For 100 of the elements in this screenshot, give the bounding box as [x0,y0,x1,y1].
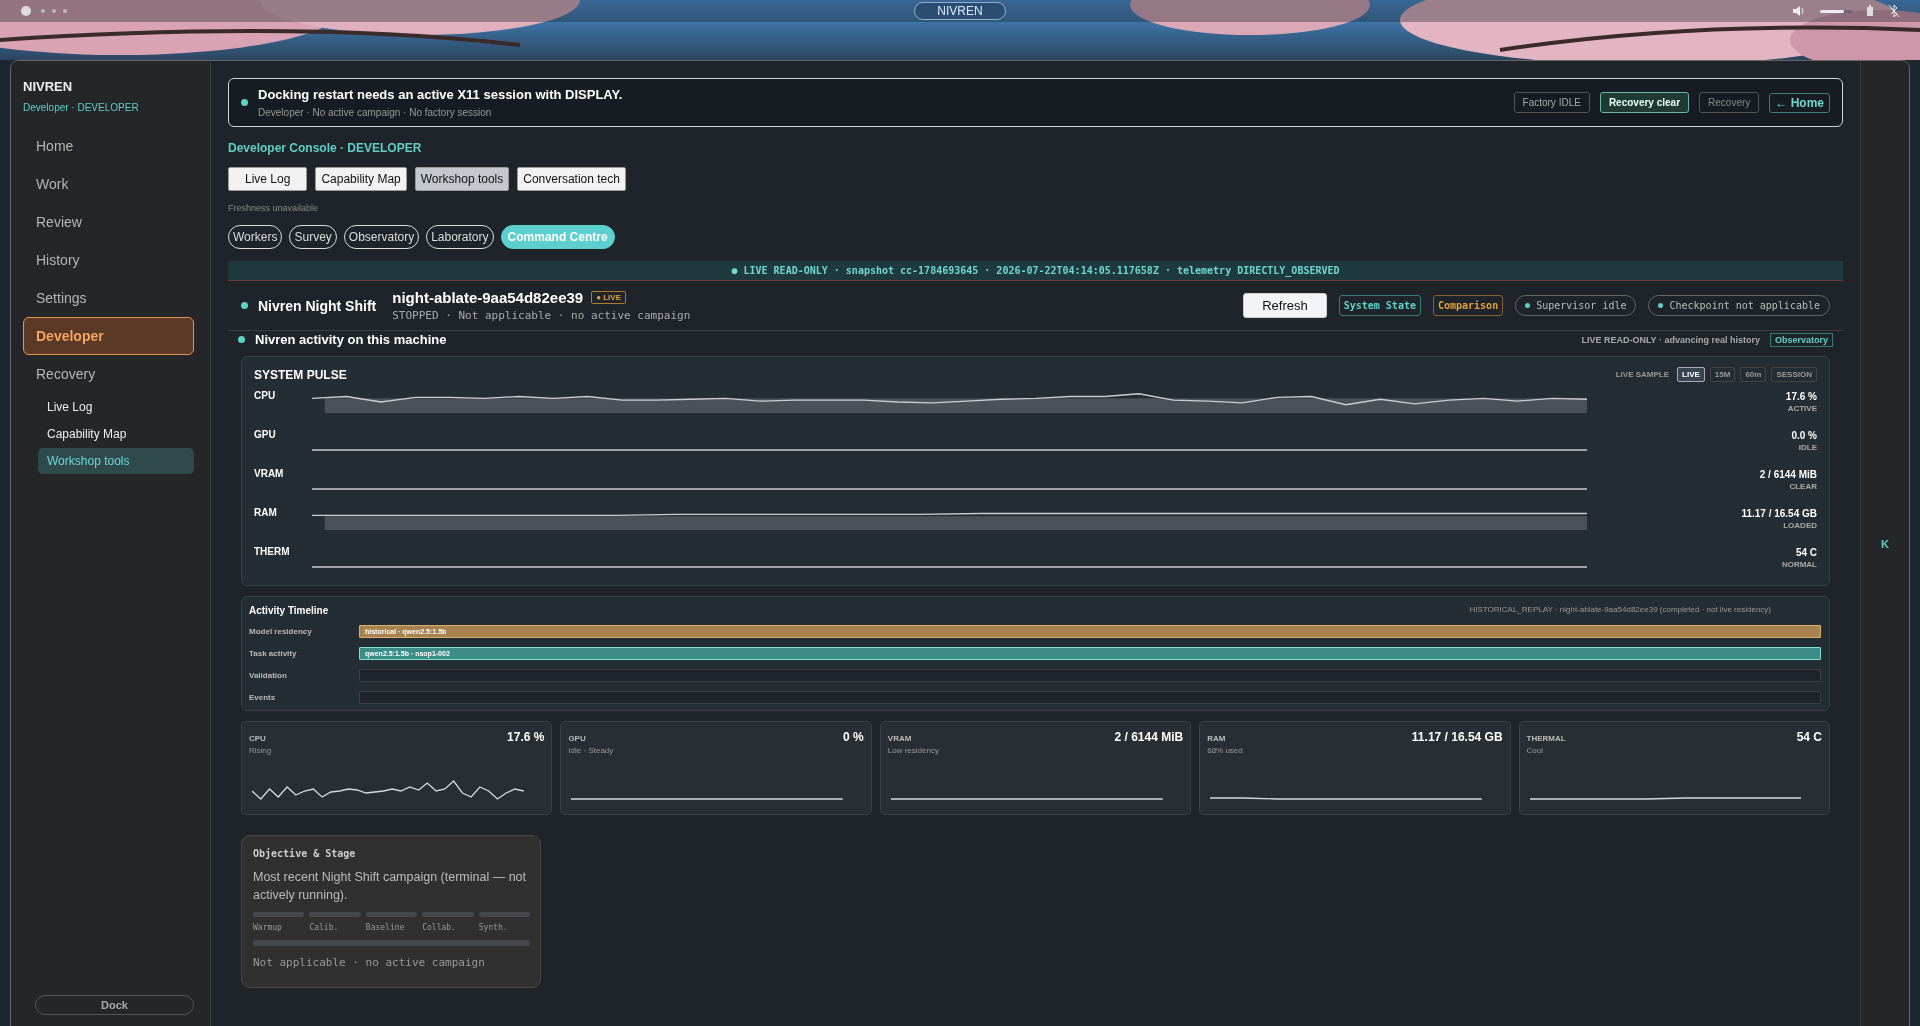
console-title: Developer Console · DEVELOPER [228,141,423,155]
metric-name: THERMAL [1526,734,1566,744]
metric-state: NORMAL [1780,559,1817,569]
telemetry-bar: ● LIVE READ-ONLY · snapshot cc-1784693645 · 2026-07-22T04:14:05.117658Z · telemetry DIRECTLY_OBSERVED [228,261,1843,281]
status-dot-icon [241,99,248,106]
status-chip[interactable]: Factory IDLE [1513,92,1590,113]
sidebar-item[interactable]: Work [23,165,194,203]
notice-title: Docking restart needs an active X11 session with DISPLAY. [258,87,624,102]
metric-value: 17.6 % [1784,390,1817,402]
sidebar-item[interactable]: Home [23,127,194,165]
observatory-link[interactable]: Observatory [1769,332,1833,347]
workspace-dots-icon[interactable] [40,8,70,14]
notice-subtitle: Developer · No active campaign · No factory session [258,107,493,118]
section-title: Nivren activity on this machine [255,332,448,347]
metric-state: IDLE [1797,442,1817,452]
card-title: Objective & Stage [253,848,357,859]
logo-icon[interactable] [20,5,32,17]
status-chip[interactable]: Recovery [1699,92,1760,113]
metric-name: RAM [1207,734,1226,744]
action-button[interactable]: Comparison [1432,295,1504,316]
rail-label[interactable]: K [1881,538,1889,550]
metric-value: 2 / 6144 MiB [1758,468,1817,480]
metric-name: CPU [254,390,277,401]
metric-name: GPU [254,429,277,440]
app-name: NIVREN [23,79,74,94]
metric-value: 0.0 % [1790,429,1817,441]
metric-state: CLEAR [1788,481,1817,491]
status-dot-icon [241,302,248,309]
stage-label: Warmup [253,923,283,932]
metric-value: 54 C [1794,546,1817,558]
stage-label: Calib. [309,923,340,932]
metric-note: Idle · Steady [568,746,615,755]
metric-note: Rising [249,746,273,755]
range-button[interactable]: LIVE [1677,367,1705,382]
metric-note: Cool [1526,746,1545,755]
sidebar-item[interactable]: Developer [23,317,194,355]
metric-name: CPU [249,734,266,744]
metric-name: THERM [254,546,291,557]
tool-button[interactable]: Capability Map [315,167,407,191]
tool-button[interactable]: Workshop tools [414,167,510,191]
sidebar-item[interactable]: Recovery [23,355,194,393]
range-button[interactable]: 60m [1740,367,1767,382]
objective-status: Not applicable · no active campaign [253,956,486,969]
sidebar-subitem[interactable]: Capability Map [38,421,194,447]
metric-value: 54 C [1796,730,1822,744]
sidebar-item[interactable]: Review [23,203,194,241]
sidebar-subitem[interactable]: Workshop tools [38,448,194,474]
freshness-note: Freshness unavailable [228,203,320,213]
metric-state: ACTIVE [1786,403,1817,413]
sidebar-item[interactable]: History [23,241,194,279]
shift-name: Nivren Night Shift [258,297,377,314]
metric-name: GPU [568,734,586,744]
stage-track [309,912,361,917]
sidebar-item[interactable]: Settings [23,279,194,317]
sample-label: LIVE SAMPLE [1615,370,1670,379]
history-note: LIVE READ-ONLY · advancing real history [1581,334,1760,345]
volume-slider[interactable] [1820,9,1852,13]
metric-state: LOADED [1782,520,1817,530]
run-id: night-ablate-9aa54d82ee39 [392,289,584,306]
lane-label: Model residency [249,626,313,636]
run-status: STOPPED · Not applicable · no active campaign [392,309,692,322]
action-button[interactable]: Refresh [1243,293,1327,318]
metric-value: 11.17 / 16.54 GB [1740,507,1817,519]
stage-label: Collab. [422,923,457,932]
lane-label: Validation [249,670,288,680]
metric-note: 68% used [1207,746,1244,755]
metric-value: 0 % [843,730,864,744]
metric-name: VRAM [887,734,912,744]
volume-icon[interactable] [1792,5,1806,17]
battery-icon[interactable] [1866,5,1874,17]
range-button[interactable]: 15M [1709,367,1736,382]
status-chip[interactable]: ← Home [1769,92,1830,113]
stage-track [365,912,418,917]
panel-title: SYSTEM PULSE [254,367,348,382]
lane-label: Events [249,692,277,702]
sidebar-subitem[interactable]: Live Log [38,394,194,420]
tool-button[interactable]: Live Log [228,167,308,191]
stage-label: Synth. [478,923,509,932]
range-button[interactable]: SESSION [1771,367,1817,382]
stage-track [422,912,474,917]
objective-text: Most recent Night Shift campaign (terminal — not actively running). [253,869,528,904]
stage-track [253,912,305,917]
metric-note: Low residency [887,746,940,755]
status-dot-icon [238,336,245,343]
lane-label: Task activity [249,648,298,658]
tool-button[interactable]: Conversation tech [517,167,626,191]
metric-value: 17.6 % [507,730,545,744]
app-title: NIVREN [914,2,1006,20]
status-chip[interactable]: Recovery clear [1599,92,1690,113]
metric-value: 11.17 / 16.54 GB [1411,730,1503,744]
bluetooth-icon[interactable] [1888,4,1900,18]
stage-track [478,912,531,917]
user-role: Developer · DEVELOPER [23,102,140,113]
action-button[interactable]: System State [1338,295,1421,316]
metric-name: VRAM [254,468,285,479]
metric-value: 2 / 6144 MiB [1114,730,1184,744]
metric-name: RAM [254,507,278,518]
replay-note: HISTORICAL_REPLAY · night-ablate-9aa54d82ee39 (completed · not live residency) [1469,605,1771,616]
stage-label: Baseline [365,923,406,932]
panel-title: Activity Timeline [249,605,329,616]
